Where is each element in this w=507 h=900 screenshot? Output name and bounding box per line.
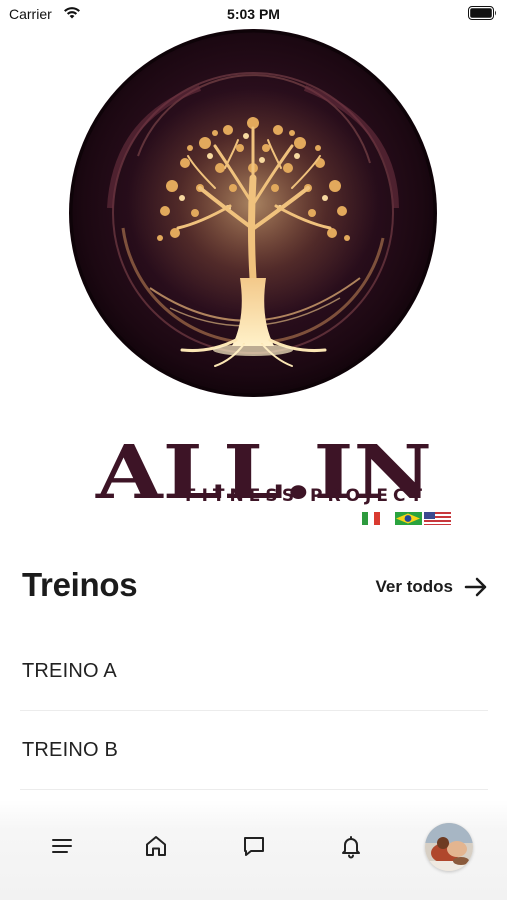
language-flags xyxy=(362,512,451,525)
see-all-label: Ver todos xyxy=(375,577,453,596)
nav-menu-button[interactable] xyxy=(47,831,77,861)
home-icon xyxy=(146,836,166,856)
brand-logo: ALL.IN FITNESS PROJECT xyxy=(0,28,507,533)
list-item-label: TREINO A xyxy=(22,659,117,682)
section-title: Treinos xyxy=(22,566,138,603)
brazil-flag xyxy=(395,512,422,525)
battery-icon xyxy=(468,6,496,20)
chat-icon xyxy=(244,837,264,856)
avatar-image xyxy=(425,823,473,871)
list-item-label: TREINO B xyxy=(22,738,119,761)
bottom-nav xyxy=(0,800,507,900)
nav-home-button[interactable] xyxy=(141,831,171,861)
list-item[interactable]: TREINO A xyxy=(20,632,488,711)
brand-subtitle: FITNESS PROJECT xyxy=(185,486,427,506)
usa-flag xyxy=(424,512,451,525)
status-time: 5:03 PM xyxy=(227,6,280,22)
bell-icon xyxy=(342,836,360,859)
profile-avatar[interactable] xyxy=(425,823,473,871)
tree-emblem: ALL.IN FITNESS PROJECT xyxy=(69,29,451,525)
nav-chat-button[interactable] xyxy=(239,831,269,861)
italy-flag xyxy=(362,512,380,525)
arrow-right-icon xyxy=(464,577,487,597)
see-all-button[interactable]: Ver todos xyxy=(376,574,489,600)
list-item[interactable]: TREINO B xyxy=(20,711,488,790)
nav-notifications-button[interactable] xyxy=(336,831,366,861)
status-bar: Carrier 5:03 PM xyxy=(0,0,507,30)
menu-icon xyxy=(52,839,72,853)
workout-list: TREINO A TREINO B xyxy=(20,632,488,790)
